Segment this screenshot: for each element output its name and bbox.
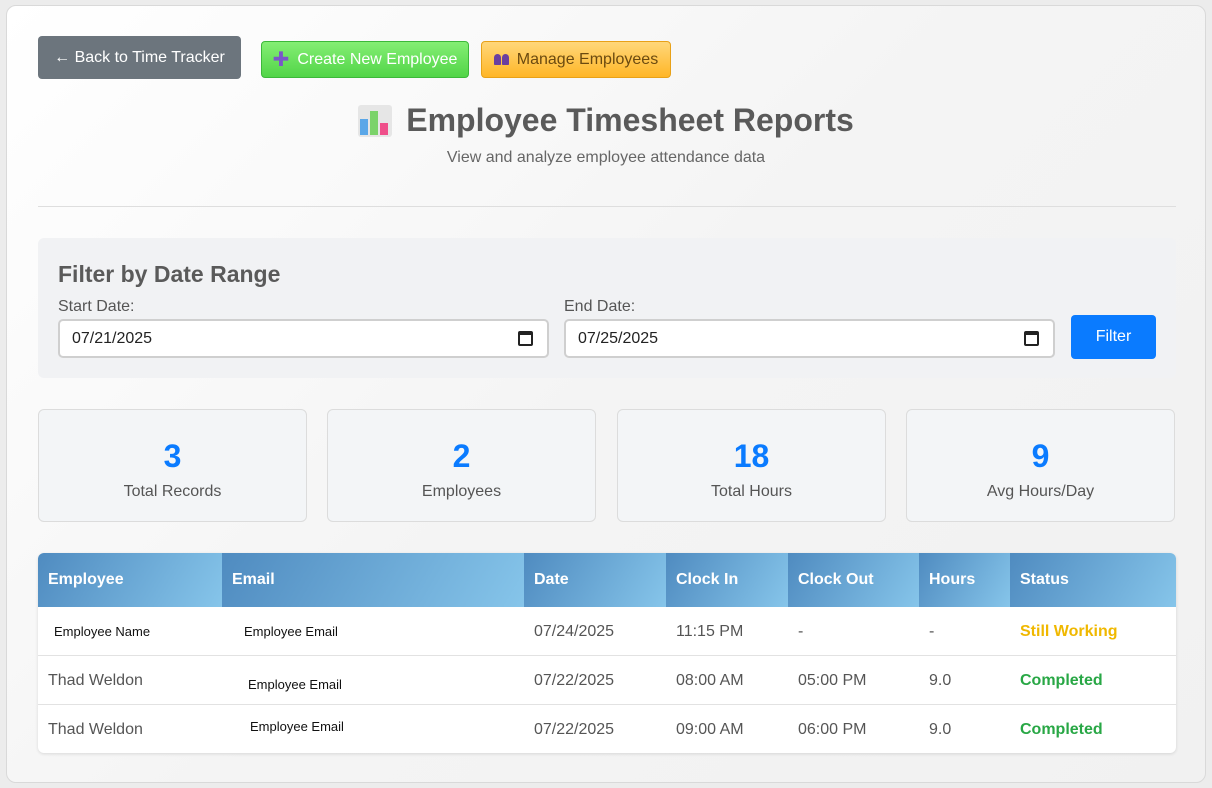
cell-hours: 9.0 [929, 720, 952, 738]
cell-date: 07/24/2025 [534, 622, 615, 640]
back-button-label: ← Back to Time Tracker [54, 48, 225, 66]
cell-date: 07/22/2025 [534, 720, 615, 738]
report-card: ← Back to Time Tracker ✚ Create New Empl… [6, 5, 1206, 783]
stat-value: 18 [733, 438, 770, 474]
manage-button-label: Manage Employees [516, 50, 659, 68]
cell-date: 07/22/2025 [534, 671, 615, 689]
stat-total-records: 3 Total Records [38, 409, 307, 522]
divider [38, 206, 1176, 207]
end-date-value: 07/25/2025 [578, 329, 659, 347]
column-header-clock-in[interactable]: Clock In [666, 553, 788, 607]
cell-email: Employee Email [244, 624, 338, 639]
end-date-input[interactable]: 07/25/2025 [564, 319, 1055, 358]
cell-clock-out: 06:00 PM [798, 720, 867, 738]
cell-hours: - [929, 622, 935, 640]
stat-avg-hours: 9 Avg Hours/Day [906, 409, 1175, 522]
table-header: Employee Email Date Clock In Clock Out H… [38, 553, 1176, 607]
calendar-icon[interactable] [1024, 331, 1039, 346]
date-filter-panel: Filter by Date Range Start Date: 07/21/2… [38, 238, 1176, 378]
stat-employees: 2 Employees [327, 409, 596, 522]
column-header-clock-out[interactable]: Clock Out [788, 553, 919, 607]
column-header-employee[interactable]: Employee [38, 553, 222, 607]
page-title-row: Employee Timesheet Reports [7, 102, 1205, 139]
filter-button[interactable]: Filter [1071, 315, 1156, 359]
stat-label: Total Hours [711, 483, 792, 500]
status-badge: Still Working [1020, 622, 1118, 640]
status-badge: Completed [1020, 671, 1103, 689]
cell-clock-out: 05:00 PM [798, 671, 867, 689]
start-date-input[interactable]: 07/21/2025 [58, 319, 549, 358]
cell-hours: 9.0 [929, 671, 952, 689]
stat-total-hours: 18 Total Hours [617, 409, 886, 522]
stat-label: Avg Hours/Day [986, 483, 1095, 500]
start-date-value: 07/21/2025 [72, 329, 153, 347]
cell-employee: Employee Name [54, 624, 151, 639]
stat-value: 2 [452, 438, 471, 474]
stat-label: Employees [421, 483, 502, 500]
cell-employee: Thad Weldon [48, 671, 143, 689]
cell-email: Employee Email [250, 719, 344, 734]
manage-employees-button[interactable]: Manage Employees [481, 41, 671, 78]
people-icon [493, 54, 509, 65]
bar-chart-icon [358, 104, 393, 137]
stat-label: Total Records [123, 483, 222, 500]
timesheet-table: Employee Email Date Clock In Clock Out H… [38, 553, 1176, 753]
status-badge: Completed [1020, 720, 1103, 738]
column-header-date[interactable]: Date [524, 553, 666, 607]
cell-clock-in: 09:00 AM [676, 720, 744, 738]
create-new-employee-button[interactable]: ✚ Create New Employee [261, 41, 469, 78]
column-header-status[interactable]: Status [1010, 553, 1176, 607]
cell-clock-in: 08:00 AM [676, 671, 744, 689]
end-date-label: End Date: [564, 298, 636, 315]
start-date-label: Start Date: [58, 298, 135, 315]
column-header-email[interactable]: Email [222, 553, 524, 607]
filter-title: Filter by Date Range [58, 261, 281, 287]
cell-clock-out: - [798, 622, 804, 640]
calendar-icon[interactable] [518, 331, 533, 346]
table-row[interactable]: Thad Weldon Employee Email 07/22/2025 08… [38, 656, 1176, 705]
page-title: Employee Timesheet Reports [406, 102, 854, 138]
stat-value: 9 [1031, 438, 1050, 474]
table-row[interactable]: Employee Name Employee Email 07/24/2025 … [38, 607, 1176, 656]
create-button-label: Create New Employee [297, 50, 458, 68]
column-header-hours[interactable]: Hours [919, 553, 1010, 607]
stat-value: 3 [163, 438, 182, 474]
plus-icon: ✚ [272, 48, 290, 71]
back-to-time-tracker-button[interactable]: ← Back to Time Tracker [38, 36, 241, 79]
cell-employee: Thad Weldon [48, 720, 143, 738]
table-row[interactable]: Thad Weldon Employee Email 07/22/2025 09… [38, 705, 1176, 753]
cell-clock-in: 11:15 PM [676, 622, 744, 640]
page-subtitle: View and analyze employee attendance dat… [446, 149, 766, 166]
filter-button-label: Filter [1095, 328, 1132, 345]
